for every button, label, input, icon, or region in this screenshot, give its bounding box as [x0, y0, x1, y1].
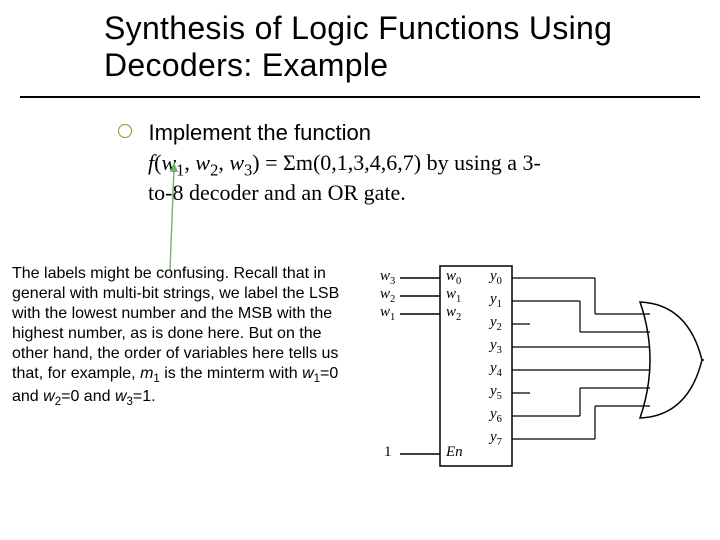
slide: Synthesis of Logic Functions Using Decod… — [0, 0, 720, 540]
arg-w2-sub: 2 — [210, 160, 218, 179]
slide-title: Synthesis of Logic Functions Using Decod… — [104, 10, 684, 84]
enable-label: En — [446, 444, 463, 461]
eq: = — [265, 150, 277, 175]
note-w1-eq: =0 — [320, 365, 338, 382]
bullet-icon — [118, 124, 132, 138]
note-w2: w — [43, 388, 55, 405]
note-period: . — [151, 388, 155, 405]
title-rule — [20, 96, 700, 98]
note-and2: and — [79, 388, 115, 405]
dec-in-w1: w1 — [446, 286, 461, 305]
minterms: (0,1,3,4,6,7) — [313, 150, 421, 175]
in-w3: w3 — [380, 268, 395, 287]
out-y6: y6 — [490, 406, 502, 425]
in-w2: w2 — [380, 286, 395, 305]
note-w2-eq: =0 — [61, 388, 79, 405]
out-y2: y2 — [490, 314, 502, 333]
note-w1: w — [302, 365, 314, 382]
enable-one: 1 — [384, 444, 392, 461]
decoder-diagram: w3 w2 w1 1 w0 w1 w2 En y0 y1 y2 y3 y4 y5… — [370, 260, 704, 490]
in-w1: w1 — [380, 304, 395, 323]
arg-w1: w — [161, 150, 176, 175]
arg-w2: w — [195, 150, 210, 175]
out-y0: y0 — [490, 268, 502, 287]
note-paragraph: The labels might be confusing. Recall th… — [12, 264, 348, 409]
bullet-lead: Implement the function — [148, 120, 371, 145]
out-y4: y4 — [490, 360, 502, 379]
dec-in-w0: w0 — [446, 268, 461, 287]
out-y1: y1 — [490, 291, 502, 310]
bullet-row: Implement the function — [118, 120, 694, 146]
out-y5: y5 — [490, 383, 502, 402]
formula-line: f(w1, w2, w3) = Σm(0,1,3,4,6,7) by using… — [148, 150, 708, 206]
tail-a: by using a 3- — [421, 150, 541, 175]
fn-name: f — [148, 150, 154, 175]
dec-in-w2: w2 — [446, 304, 461, 323]
tail-b: to-8 decoder and an OR gate. — [148, 180, 406, 205]
arg-w1-sub: 1 — [176, 160, 184, 179]
arg-w3-sub: 3 — [244, 160, 252, 179]
note-text-2: is the minterm with — [160, 365, 302, 382]
note-w3-eq: =1 — [133, 388, 151, 405]
out-y7: y7 — [490, 429, 502, 448]
sigma: Σm — [283, 150, 313, 175]
note-and1: and — [12, 388, 43, 405]
arg-w3: w — [229, 150, 244, 175]
note-w3: w — [115, 388, 127, 405]
out-y3: y3 — [490, 337, 502, 356]
note-m1: m — [140, 365, 153, 382]
